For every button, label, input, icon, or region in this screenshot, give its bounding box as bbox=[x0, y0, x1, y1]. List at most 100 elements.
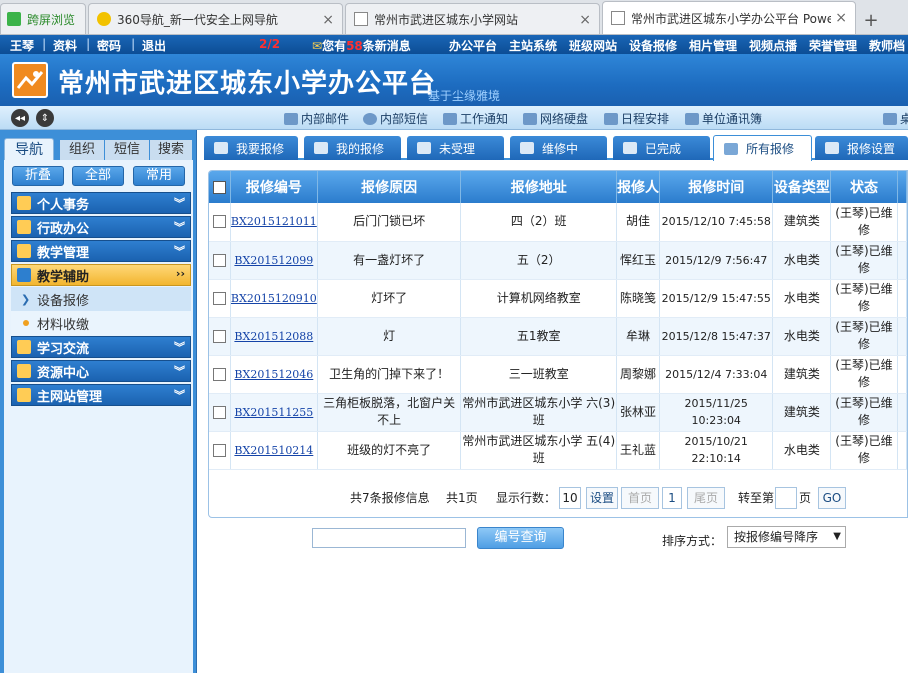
logo-icon bbox=[12, 62, 48, 98]
nav-link-main-system[interactable]: 主站系统 bbox=[509, 37, 557, 54]
tool-desktop[interactable]: 桌 bbox=[883, 110, 908, 127]
tab-label: 所有报修 bbox=[746, 142, 795, 156]
all-button[interactable]: 全部 bbox=[72, 166, 124, 186]
monitor-icon bbox=[883, 112, 897, 125]
logout-link[interactable]: 退出 bbox=[142, 37, 166, 54]
tab-organization[interactable]: 组织 bbox=[60, 140, 104, 160]
row-checkbox[interactable] bbox=[212, 367, 226, 381]
nav-link-office[interactable]: 办公平台 bbox=[449, 37, 497, 54]
repair-code-link[interactable]: BX2015120910 bbox=[231, 292, 316, 305]
table-row[interactable]: BX2015121011 后门门锁已坏 四（2）班 胡佳 2015/12/10 7:45… bbox=[209, 203, 907, 242]
tab-repair-settings[interactable]: 报修设置 bbox=[815, 136, 908, 160]
password-link[interactable]: 密码 bbox=[97, 37, 121, 54]
browser-tab-office-platform[interactable]: 常州市武进区城东小学办公平台 Powe × bbox=[602, 1, 856, 34]
nav-link-photos[interactable]: 相片管理 bbox=[689, 37, 737, 54]
go-button[interactable]: GO bbox=[818, 487, 846, 509]
row-checkbox[interactable] bbox=[212, 215, 226, 229]
set-rows-button[interactable]: 设置 bbox=[586, 487, 618, 509]
tool-internal-mail[interactable]: 内部邮件 bbox=[284, 110, 349, 127]
menu-teaching-management[interactable]: 教学管理 ︾ bbox=[11, 240, 191, 262]
repair-code-link[interactable]: BX201512046 bbox=[234, 368, 313, 381]
sort-select[interactable]: 按报修编号降序 ▼ bbox=[727, 526, 846, 548]
nav-link-class-site[interactable]: 班级网站 bbox=[569, 37, 617, 54]
tool-address-book[interactable]: 单位通讯簿 bbox=[685, 110, 762, 127]
browser-tab-kuaping[interactable]: 跨屏浏览 bbox=[0, 3, 86, 34]
tab-search[interactable]: 搜索 bbox=[150, 140, 192, 160]
menu-learning-exchange[interactable]: 学习交流 ︾ bbox=[11, 336, 191, 358]
current-page[interactable]: 1 bbox=[662, 487, 682, 509]
nav-link-repair[interactable]: 设备报修 bbox=[629, 37, 677, 54]
toggle-arrows-icon[interactable]: ⇕ bbox=[36, 109, 54, 127]
code-search-button[interactable]: 编号查询 bbox=[477, 527, 564, 549]
first-page-button[interactable]: 首页 bbox=[621, 487, 659, 509]
back-arrows-icon[interactable]: ◂◂ bbox=[11, 109, 29, 127]
table-row[interactable]: BX201510214 班级的灯不亮了 常州市武进区城东小学 五(4)班 王礼蓝 201… bbox=[209, 431, 907, 470]
tool-internal-sms[interactable]: 内部短信 bbox=[363, 110, 428, 127]
select-all-checkbox[interactable] bbox=[212, 180, 226, 194]
collapse-button[interactable]: 折叠 bbox=[12, 166, 64, 186]
close-icon[interactable]: × bbox=[835, 10, 847, 26]
menu-resource-center[interactable]: 资源中心 ︾ bbox=[11, 360, 191, 382]
header-type[interactable]: 设备类型 bbox=[772, 171, 832, 203]
tab-all-repairs[interactable]: 所有报修 bbox=[713, 135, 812, 161]
repair-code-link[interactable]: BX201512099 bbox=[234, 254, 313, 267]
row-checkbox[interactable] bbox=[212, 443, 226, 457]
menu-teaching-support[interactable]: 教学辅助 ›› bbox=[11, 264, 191, 286]
table-row[interactable]: BX201511255 三角柜板脱落，北窗户关不上 常州市武进区城东小学 六(3)班… bbox=[209, 393, 907, 432]
close-icon[interactable]: × bbox=[579, 12, 591, 28]
common-button[interactable]: 常用 bbox=[133, 166, 185, 186]
goto-page-input[interactable] bbox=[775, 487, 797, 509]
user-name-link[interactable]: 王琴 bbox=[10, 37, 34, 54]
header-address[interactable]: 报修地址 bbox=[460, 171, 618, 203]
cell-overflow bbox=[897, 317, 907, 356]
new-message-link[interactable]: ✉您有58条新消息 bbox=[312, 37, 411, 54]
tab-my-repairs[interactable]: 我的报修 bbox=[304, 136, 401, 160]
cell-overflow bbox=[897, 393, 907, 432]
tool-work-notice[interactable]: 工作通知 bbox=[443, 110, 508, 127]
submenu-equipment-repair[interactable]: ❯ 设备报修 bbox=[11, 287, 191, 311]
header-time[interactable]: 报修时间 bbox=[659, 171, 774, 203]
tab-sms[interactable]: 短信 bbox=[105, 140, 149, 160]
table-row[interactable]: BX2015120910 灯坏了 计算机网络教室 陈晓笺 2015/12/9 15:47… bbox=[209, 279, 907, 318]
browser-tab-360[interactable]: 360导航_新一代安全上网导航 × bbox=[88, 3, 343, 34]
tool-schedule[interactable]: 日程安排 bbox=[604, 110, 669, 127]
menu-admin-office[interactable]: 行政办公 ︾ bbox=[11, 216, 191, 238]
nav-link-video[interactable]: 视频点播 bbox=[749, 37, 797, 54]
row-checkbox[interactable] bbox=[212, 329, 226, 343]
close-icon[interactable]: × bbox=[322, 12, 334, 28]
repair-code-link[interactable]: BX201511255 bbox=[234, 406, 313, 419]
repair-code-link[interactable]: BX201510214 bbox=[234, 444, 313, 457]
code-search-input[interactable] bbox=[312, 528, 466, 548]
header-status[interactable]: 状态 bbox=[830, 171, 898, 203]
last-page-button[interactable]: 尾页 bbox=[687, 487, 725, 509]
menu-main-site-management[interactable]: 主网站管理 ︾ bbox=[11, 384, 191, 406]
tool-net-disk[interactable]: 网络硬盘 bbox=[523, 110, 588, 127]
nav-link-teacher-files[interactable]: 教师档 bbox=[869, 37, 905, 54]
submenu-material-collection[interactable]: 材料收缴 bbox=[11, 311, 191, 335]
header-code[interactable]: 报修编号 bbox=[230, 171, 318, 203]
browser-tab-school-site[interactable]: 常州市武进区城东小学网站 × bbox=[345, 3, 600, 34]
rows-per-page-input[interactable]: 10 bbox=[559, 487, 581, 509]
nav-link-honors[interactable]: 荣誉管理 bbox=[809, 37, 857, 54]
tab-navigation[interactable]: 导航 bbox=[4, 138, 54, 161]
row-checkbox[interactable] bbox=[212, 291, 226, 305]
tab-request-repair[interactable]: 我要报修 bbox=[204, 136, 298, 160]
header-person[interactable]: 报修人 bbox=[616, 171, 661, 203]
row-checkbox[interactable] bbox=[212, 253, 226, 267]
repair-code-link[interactable]: BX201512088 bbox=[234, 330, 313, 343]
table-row[interactable]: BX201512099 有一盏灯坏了 五（2） 恽红玉 2015/12/9 7:56:4… bbox=[209, 241, 907, 280]
tab-in-repair[interactable]: 维修中 bbox=[510, 136, 607, 160]
message-suffix: 条新消息 bbox=[362, 39, 411, 53]
new-tab-button[interactable]: + bbox=[858, 6, 884, 34]
tab-completed[interactable]: 已完成 bbox=[613, 136, 710, 160]
table-row[interactable]: BX201512088 灯五1教室 牟琳 2015/12/8 15:47:37 水电类(… bbox=[209, 317, 907, 356]
row-checkbox[interactable] bbox=[212, 405, 226, 419]
menu-personal-affairs[interactable]: 个人事务 ︾ bbox=[11, 192, 191, 214]
cell-reason: 卫生角的门掉下来了！ bbox=[317, 355, 462, 394]
header-reason[interactable]: 报修原因 bbox=[317, 171, 462, 203]
repair-code-link[interactable]: BX2015121011 bbox=[231, 215, 316, 228]
table-row[interactable]: BX201512046 卫生角的门掉下来了！ 三一班教室 周黎娜 2015/12/4 7… bbox=[209, 355, 907, 394]
tab-not-accepted[interactable]: 未受理 bbox=[407, 136, 504, 160]
cell-status: (王琴)已维修 bbox=[830, 241, 898, 280]
profile-link[interactable]: 资料 bbox=[53, 37, 77, 54]
